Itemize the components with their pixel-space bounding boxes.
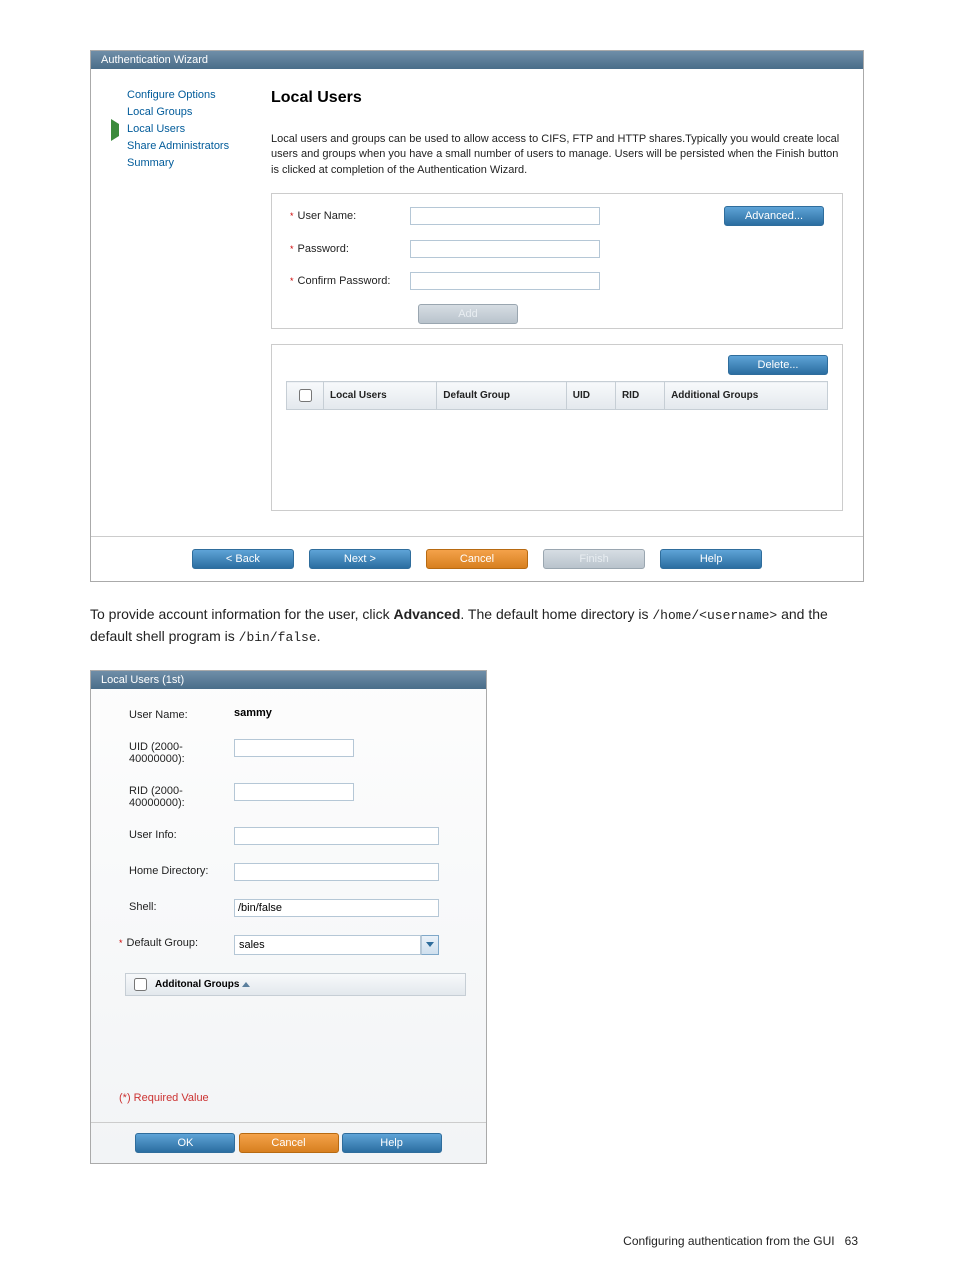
users-grid-area: Delete... Local Users Default Group UID … <box>271 344 843 511</box>
local-users-dialog: Local Users (1st) User Name: sammy UID (… <box>90 670 487 1164</box>
col-local-users[interactable]: Local Users <box>324 382 437 410</box>
advanced-button[interactable]: Advanced... <box>724 206 824 226</box>
col-default-group[interactable]: Default Group <box>437 382 567 410</box>
sort-asc-icon <box>242 982 250 987</box>
auth-wizard-panel: Authentication Wizard Configure Options … <box>90 50 864 582</box>
nav-item-summary[interactable]: Summary <box>111 157 261 169</box>
homedir-input[interactable] <box>234 863 439 881</box>
col-checkbox[interactable] <box>287 382 324 410</box>
d2-cancel-button[interactable]: Cancel <box>239 1133 339 1153</box>
ok-button[interactable]: OK <box>135 1133 235 1153</box>
chevron-down-icon[interactable] <box>421 935 439 955</box>
page-number: 63 <box>845 1234 858 1248</box>
col-rid[interactable]: RID <box>615 382 664 410</box>
dialog-title-bar: Local Users (1st) <box>91 671 486 689</box>
default-group-select[interactable] <box>234 935 439 955</box>
dot-icon <box>111 90 121 100</box>
d2-username-value: sammy <box>234 707 272 719</box>
dot-icon <box>111 107 121 117</box>
nav-label: Share Administrators <box>127 140 229 152</box>
shell-input[interactable] <box>234 899 439 917</box>
nav-item-local-users[interactable]: Local Users <box>111 123 261 135</box>
dot-icon <box>111 158 121 168</box>
add-button[interactable]: Add <box>418 304 518 324</box>
confirm-password-input[interactable] <box>410 272 600 290</box>
additional-groups-list <box>119 996 466 1086</box>
d2-uid-label: UID (2000-40000000): <box>129 739 234 765</box>
rid-input[interactable] <box>234 783 354 801</box>
d2-rid-label: RID (2000-40000000): <box>129 783 234 809</box>
wizard-title: Authentication Wizard <box>101 54 208 66</box>
nav-item-share-admins[interactable]: Share Administrators <box>111 140 261 152</box>
d2-username-label: User Name: <box>129 707 234 721</box>
additional-groups-header[interactable]: Additonal Groups <box>125 973 466 996</box>
confirm-password-label: *Confirm Password: <box>290 275 410 287</box>
required-note: (*) Required Value <box>119 1092 466 1104</box>
col-additional-groups[interactable]: Additional Groups <box>665 382 828 410</box>
d2-userinfo-label: User Info: <box>129 827 234 841</box>
help-button[interactable]: Help <box>660 549 762 569</box>
next-button[interactable]: Next > <box>309 549 411 569</box>
additional-groups-label: Additonal Groups <box>155 979 250 990</box>
instruction-paragraph: To provide account information for the u… <box>90 604 864 648</box>
password-label: *Password: <box>290 243 410 255</box>
arrow-right-icon <box>111 124 121 134</box>
finish-button[interactable]: Finish <box>543 549 645 569</box>
d2-help-button[interactable]: Help <box>342 1133 442 1153</box>
users-table: Local Users Default Group UID RID Additi… <box>286 381 828 410</box>
nav-label: Local Groups <box>127 106 192 118</box>
select-all-checkbox[interactable] <box>299 389 312 402</box>
nav-item-local-groups[interactable]: Local Groups <box>111 106 261 118</box>
default-group-field[interactable] <box>234 935 421 955</box>
back-button[interactable]: < Back <box>192 549 294 569</box>
nav-label: Local Users <box>127 123 185 135</box>
wizard-footer: < Back Next > Cancel Finish Help <box>91 536 863 581</box>
nav-label: Configure Options <box>127 89 216 101</box>
dialog-footer: OK Cancel Help <box>91 1122 486 1163</box>
footer-text: Configuring authentication from the GUI <box>623 1234 834 1248</box>
col-uid[interactable]: UID <box>566 382 615 410</box>
user-form: *User Name: Advanced... *Password: *Conf… <box>271 193 843 329</box>
groups-select-all-checkbox[interactable] <box>134 978 147 991</box>
cancel-button[interactable]: Cancel <box>426 549 528 569</box>
dialog-title: Local Users (1st) <box>101 674 184 686</box>
delete-button[interactable]: Delete... <box>728 355 828 375</box>
wizard-title-bar: Authentication Wizard <box>91 51 863 69</box>
page-description: Local users and groups can be used to al… <box>271 132 843 178</box>
d2-defgroup-label: *Default Group: <box>119 935 234 949</box>
username-input[interactable] <box>410 207 600 225</box>
dot-icon <box>111 141 121 151</box>
nav-label: Summary <box>127 157 174 169</box>
page-heading: Local Users <box>271 89 843 107</box>
uid-input[interactable] <box>234 739 354 757</box>
password-input[interactable] <box>410 240 600 258</box>
wizard-nav: Configure Options Local Groups Local Use… <box>111 89 261 526</box>
userinfo-input[interactable] <box>234 827 439 845</box>
username-label: *User Name: <box>290 210 410 222</box>
d2-homedir-label: Home Directory: <box>129 863 234 877</box>
page-footer: Configuring authentication from the GUI … <box>90 1234 864 1248</box>
d2-shell-label: Shell: <box>129 899 234 913</box>
nav-item-configure-options[interactable]: Configure Options <box>111 89 261 101</box>
